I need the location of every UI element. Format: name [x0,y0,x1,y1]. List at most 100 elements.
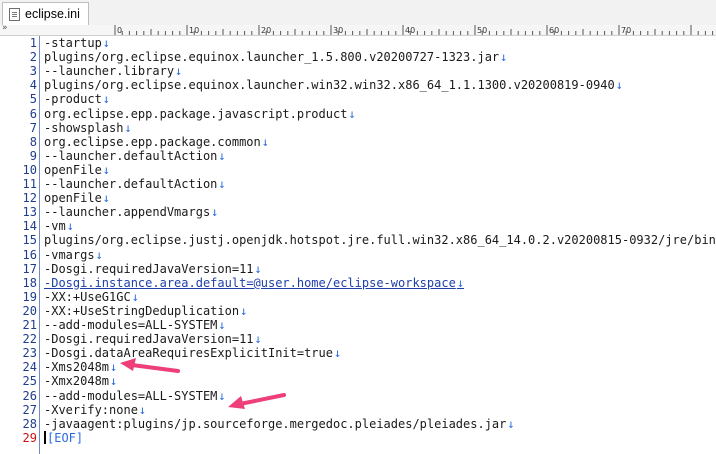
editor-line[interactable]: 27 -Xverify:none↓ [0,403,716,417]
line-content: -startup [44,36,102,50]
line-content: --launcher.library [44,64,175,79]
editor-line[interactable]: 3 --launcher.library↓ [0,64,716,78]
line-number: 1 [29,36,37,50]
editor-line[interactable]: 16 -vmargs↓ [0,248,716,262]
line-content: -vmargs [44,247,95,262]
line-text: --launcher.defaultAction↓ [44,149,226,163]
editor-line[interactable]: 23 -Dosgi.dataAreaRequiresExplicitInit=tr… [0,346,716,360]
editor-line[interactable]: 19 -XX:+UseG1GC↓ [0,290,716,304]
line-content: plugins/org.eclipse.equinox.launcher.win… [44,78,615,93]
line-number: 6 [29,106,37,121]
line-number: 25 [22,374,37,389]
editor-line[interactable]: 9 --launcher.defaultAction↓ [0,149,716,163]
editor-line[interactable]: 28 -javaagent:plugins/jp.sourceforge.merg… [0,417,716,431]
line-number: 14 [22,219,37,234]
line-number: 9 [29,148,37,163]
line-number: 20 [22,303,37,318]
ruler-tick-label: 70 [621,26,631,35]
line-text: org.eclipse.epp.package.common↓ [44,135,269,149]
line-break-marker: ↓ [348,106,356,121]
line-content: openFile [44,162,102,177]
editor-line[interactable]: 20 -XX:+UseStringDeduplication↓ [0,304,716,318]
annotation-arrow-1 [120,358,180,373]
line-text: -Xms2048m↓ [44,360,117,374]
editor-line[interactable]: 21 --add-modules=ALL-SYSTEM↓ [0,318,716,332]
editor-line[interactable]: 26 --add-modules=ALL-SYSTEM↓ [0,389,716,403]
line-text: openFile↓ [44,191,110,205]
line-number: 17 [22,261,37,276]
ruler-tick-label: 60 [549,26,559,35]
line-break-marker: ↓ [456,275,465,290]
line-text: -javaagent:plugins/jp.sourceforge.merged… [44,417,515,431]
editor-line[interactable]: 18 -Dosgi.instance.area.default=@user.hom… [0,276,716,290]
editor-line[interactable]: 13 --launcher.appendVmargs↓ [0,205,716,219]
line-content: -Xmx2048m [44,374,110,389]
line-content: --add-modules=ALL-SYSTEM [44,388,218,403]
line-text-link[interactable]: -Dosgi.instance.area.default=@user.home/… [44,276,464,290]
editor-line[interactable]: 25 -Xmx2048m↓ [0,374,716,388]
line-content: -Dosgi.requiredJavaVersion=11 [44,332,254,347]
line-content: -Xms2048m [44,360,110,375]
line-break-marker: ↓ [218,148,226,163]
line-content: -vm [44,219,66,234]
line-content: -Dosgi.instance.area.default=@user.home/… [44,275,456,290]
line-text: -vmargs↓ [44,248,103,262]
line-text: -product↓ [44,92,110,106]
line-number: 15 [22,233,37,248]
line-break-marker: ↓ [254,332,262,347]
line-break-marker: ↓ [110,360,118,375]
line-break-marker: ↓ [333,346,342,361]
editor-line[interactable]: 12 openFile↓ [0,191,716,205]
line-break-marker: ↓ [110,374,118,389]
line-content: -Xverify:none [44,402,138,417]
editor-line[interactable]: 11 --launcher.defaultAction↓ [0,177,716,191]
line-number: 13 [22,205,37,220]
editor-line[interactable]: 6 org.eclipse.epp.package.javascript.prod… [0,107,716,121]
editor-line[interactable]: 24 -Xms2048m↓ [0,360,716,374]
line-number: 8 [29,134,37,149]
line-text: --add-modules=ALL-SYSTEM↓ [44,318,226,332]
line-break-marker: ↓ [102,191,111,206]
ruler-tick-label: 10 [189,26,199,35]
editor-line[interactable]: 7 -showsplash↓ [0,121,716,135]
line-text: --launcher.defaultAction↓ [44,177,226,191]
line-number: 28 [22,416,37,431]
editor-line[interactable]: 22 -Dosgi.requiredJavaVersion=11↓ [0,332,716,346]
line-number: 10 [22,162,37,177]
line-number: 18 [22,275,37,290]
editor-text-area[interactable]: 1 -startup ↓ 2 plugins/org.eclipse.equinox.l… [0,36,716,454]
line-number: 4 [29,78,37,93]
editor-line[interactable]: 15 plugins/org.eclipse.justj.openjdk.hots… [0,233,716,247]
editor-line[interactable]: 1 -startup↓ [0,36,716,50]
line-content: openFile [44,191,102,206]
editor-line[interactable]: 10 openFile↓ [0,163,716,177]
editor-line[interactable]: 2 plugins/org.eclipse.equinox.launcher_1.… [0,50,716,64]
editor-line[interactable]: 14 -vm↓ [0,219,716,233]
line-number: 19 [22,289,37,304]
line-number: 7 [29,120,37,135]
line-text: -XX:+UseG1GC↓ [44,290,139,304]
line-number: 23 [22,346,37,361]
line-number: 29 [22,430,37,445]
line-break-marker: ↓ [131,289,139,304]
editor-line[interactable]: 29 [EOF] [0,430,716,445]
line-content: -XX:+UseG1GC [44,289,131,304]
tab-eclipse-ini[interactable]: eclipse.ini [2,2,89,25]
ruler-tick-label: 50 [477,26,487,35]
line-number: 21 [22,318,37,332]
line-break-marker: ↓ [218,388,226,403]
line-break-marker: ↓ [507,416,515,431]
line-content: --launcher.appendVmargs [44,205,211,220]
line-content: --launcher.defaultAction [44,148,218,163]
editor-line[interactable]: 4 plugins/org.eclipse.equinox.launcher.wi… [0,78,716,92]
ruler-tick-label: 20 [261,26,271,35]
line-content: -product [44,92,102,107]
line-break-marker: ↓ [218,318,226,332]
editor-line[interactable]: 17 -Dosgi.requiredJavaVersion=11↓ [0,262,716,276]
line-number: 24 [22,360,37,375]
editor-line[interactable]: 8 org.eclipse.epp.package.common↓ [0,135,716,149]
line-text: --launcher.appendVmargs↓ [44,205,218,219]
line-break-marker: ↓ [102,162,111,177]
line-text: -showsplash↓ [44,121,132,135]
editor-line[interactable]: 5 -product↓ [0,92,716,106]
